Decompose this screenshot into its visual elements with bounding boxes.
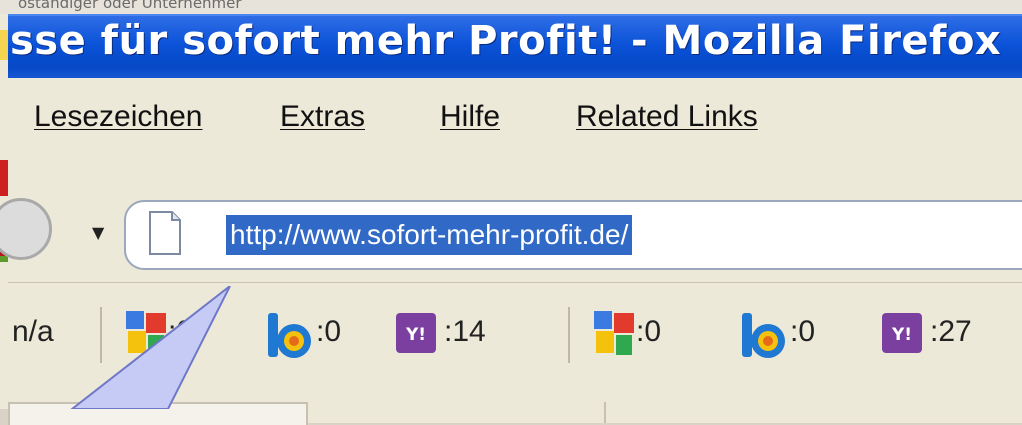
- menu-related-links[interactable]: Related Links: [576, 100, 758, 134]
- background-caption: ostandiger oder Unternehmer: [18, 0, 242, 12]
- navigation-toolbar: ▼ http://www.sofort-mehr-profit.de/: [0, 178, 1022, 282]
- background-page-strip: ostandiger oder Unternehmer: [0, 0, 1022, 14]
- google-icon[interactable]: [124, 309, 168, 357]
- window-title: sse für sofort mehr Profit! - Mozilla Fi…: [10, 18, 1002, 64]
- yahoo-icon[interactable]: Y!: [396, 313, 436, 353]
- url-bar[interactable]: http://www.sofort-mehr-profit.de/: [124, 200, 1022, 270]
- bing-count: :0: [316, 315, 342, 348]
- back-arrow-icon[interactable]: [0, 198, 52, 260]
- google-count: :0: [168, 315, 194, 348]
- yahoo-count: :14: [444, 315, 486, 348]
- toolbar-separator: [568, 307, 570, 363]
- tab-area[interactable]: [304, 402, 606, 423]
- tab-area[interactable]: [8, 402, 308, 425]
- yahoo-icon[interactable]: Y!: [882, 313, 922, 353]
- google-icon[interactable]: [592, 309, 636, 357]
- title-bar[interactable]: sse für sofort mehr Profit! - Mozilla Fi…: [8, 14, 1022, 80]
- svg-text:Y!: Y!: [891, 325, 912, 345]
- firefox-window: sse für sofort mehr Profit! - Mozilla Fi…: [0, 14, 1022, 425]
- seo-toolbar: n/a :0 :0 Y! :14 :0:0 Y!:27: [8, 282, 1022, 401]
- menu-bar: Lesezeichen Extras Hilfe Related Links: [8, 78, 1022, 178]
- url-input[interactable]: http://www.sofort-mehr-profit.de/: [226, 215, 633, 255]
- bing-icon[interactable]: [738, 311, 790, 361]
- pagerank-value: n/a: [12, 315, 54, 348]
- svg-text:Y!: Y!: [405, 325, 426, 345]
- menu-extras[interactable]: Extras: [280, 100, 365, 134]
- bing-count: :0: [790, 315, 816, 348]
- toolbar-separator: [100, 307, 102, 363]
- google-count: :0: [636, 315, 662, 348]
- history-dropdown-icon[interactable]: ▼: [92, 223, 104, 242]
- page-icon: [149, 211, 181, 255]
- yahoo-count: :27: [930, 315, 972, 348]
- bing-icon[interactable]: [264, 311, 316, 361]
- menu-lesezeichen[interactable]: Lesezeichen: [34, 100, 202, 134]
- menu-hilfe[interactable]: Hilfe: [440, 100, 500, 134]
- tab-strip: [8, 400, 1022, 425]
